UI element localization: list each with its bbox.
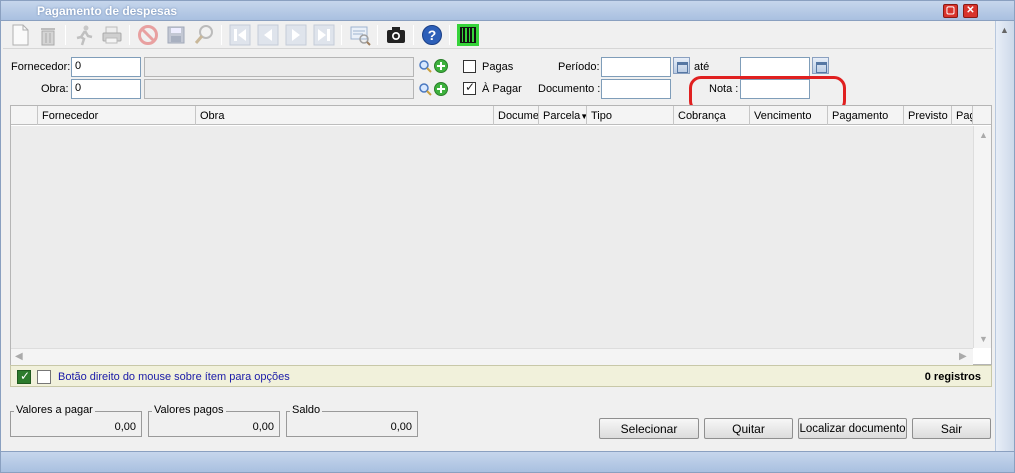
scroll-up-icon[interactable]: ▲	[979, 130, 988, 140]
help-icon[interactable]: ?	[419, 23, 445, 47]
obra-name-input[interactable]	[144, 79, 414, 99]
barcode-icon[interactable]	[455, 23, 481, 47]
right-side-panel: ▲	[995, 21, 1014, 451]
saldo-group: Saldo 0,00	[286, 404, 418, 437]
maximize-button[interactable]: ▢	[943, 4, 958, 18]
scroll-right-icon[interactable]: ▶	[959, 351, 967, 362]
periodo-to-input[interactable]	[740, 57, 810, 77]
obra-label: Obra:	[41, 83, 69, 95]
next-record-icon[interactable]	[283, 23, 309, 47]
fornecedor-code-input[interactable]: 0	[71, 57, 141, 77]
new-document-icon[interactable]	[7, 23, 33, 47]
horizontal-scrollbar[interactable]: ◀ ▶	[11, 348, 973, 365]
a-pagar-checkbox[interactable]	[463, 80, 476, 95]
selecionar-button[interactable]: Selecionar	[599, 418, 699, 439]
first-record-icon[interactable]	[227, 23, 253, 47]
column-tipo[interactable]: Tipo	[587, 106, 674, 125]
column-documento[interactable]: Documen	[494, 106, 539, 125]
valores-pagos-value: 0,00	[252, 421, 274, 433]
save-icon[interactable]	[163, 23, 189, 47]
column-parcela[interactable]: Parcela▼	[539, 106, 587, 125]
calendar-from-icon[interactable]	[673, 57, 690, 74]
obra-add-icon[interactable]	[434, 82, 448, 96]
periodo-from-input[interactable]	[601, 57, 671, 77]
documento-label: Documento :	[538, 83, 601, 95]
localizar-documento-button[interactable]: Localizar documento	[798, 418, 907, 439]
valores-a-pagar-value: 0,00	[114, 421, 136, 433]
printer-icon[interactable]	[99, 23, 125, 47]
collapse-arrow-icon[interactable]: ▲	[1000, 25, 1009, 35]
scroll-left-icon[interactable]: ◀	[15, 351, 23, 362]
report-icon[interactable]	[347, 23, 373, 47]
a-pagar-label: À Pagar	[482, 83, 522, 95]
camera-icon[interactable]	[383, 23, 409, 47]
obra-search-icon[interactable]	[418, 82, 432, 96]
valores-a-pagar-group: Valores a pagar 0,00	[10, 404, 142, 437]
scroll-down-icon[interactable]: ▼	[979, 334, 988, 344]
trash-icon[interactable]	[35, 23, 61, 47]
column-vencimento[interactable]: Vencimento	[750, 106, 828, 125]
expenses-grid[interactable]: Fornecedor Obra Documen Parcela▼ Tipo Co…	[10, 105, 992, 365]
ate-label: até	[694, 61, 710, 73]
fornecedor-add-icon[interactable]	[434, 59, 448, 73]
record-count: 0 registros	[924, 371, 981, 383]
periodo-label: Período:	[558, 61, 600, 73]
column-pagamento[interactable]: Pagamento	[828, 106, 904, 125]
grid-body[interactable]	[11, 126, 973, 348]
context-menu-hint: Botão direito do mouse sobre ítem para o…	[58, 371, 290, 383]
vertical-scrollbar[interactable]: ▲ ▼	[973, 126, 991, 348]
grid-status-bar: Botão direito do mouse sobre ítem para o…	[10, 365, 992, 387]
svg-text:?: ?	[428, 27, 437, 43]
column-indicator	[11, 106, 38, 125]
title-bar[interactable]: Pagamento de despesas ▢ ✕	[1, 1, 1014, 21]
fornecedor-name-input[interactable]	[144, 57, 414, 77]
quitar-button[interactable]: Quitar	[704, 418, 793, 439]
column-obra[interactable]: Obra	[196, 106, 494, 125]
obra-code-input[interactable]: 0	[71, 79, 141, 99]
select-all-checkbox[interactable]	[17, 369, 31, 384]
close-button[interactable]: ✕	[963, 4, 978, 18]
grid-header: Fornecedor Obra Documen Parcela▼ Tipo Co…	[11, 106, 991, 125]
documento-input[interactable]	[601, 79, 671, 99]
valores-a-pagar-label: Valores a pagar	[14, 404, 95, 416]
pagas-checkbox[interactable]	[463, 60, 476, 73]
last-record-icon[interactable]	[311, 23, 337, 47]
column-pag[interactable]: Pag	[952, 106, 973, 125]
toolbar: ?	[3, 21, 993, 49]
run-icon[interactable]	[71, 23, 97, 47]
column-parcela-label: Parcela	[543, 110, 581, 122]
fornecedor-search-icon[interactable]	[418, 59, 432, 73]
cancel-icon[interactable]	[135, 23, 161, 47]
deselect-all-checkbox[interactable]	[37, 370, 51, 384]
window: Pagamento de despesas ▢ ✕ ▲ ? Fornecedor…	[0, 0, 1015, 473]
search-icon[interactable]	[191, 23, 217, 47]
bottom-frame	[1, 451, 1014, 472]
saldo-value: 0,00	[390, 421, 412, 433]
previous-record-icon[interactable]	[255, 23, 281, 47]
valores-pagos-label: Valores pagos	[152, 404, 226, 416]
sair-button[interactable]: Sair	[912, 418, 991, 439]
column-cobranca[interactable]: Cobrança	[674, 106, 750, 125]
column-fornecedor[interactable]: Fornecedor	[38, 106, 196, 125]
saldo-label: Saldo	[290, 404, 323, 416]
pagas-label: Pagas	[482, 61, 514, 73]
valores-pagos-group: Valores pagos 0,00	[148, 404, 280, 437]
column-previsto[interactable]: Previsto P	[904, 106, 952, 125]
calendar-to-icon[interactable]	[812, 57, 829, 74]
window-title: Pagamento de despesas	[37, 4, 178, 18]
fornecedor-label: Fornecedor:	[11, 61, 71, 73]
sort-descending-icon: ▼	[580, 112, 586, 121]
